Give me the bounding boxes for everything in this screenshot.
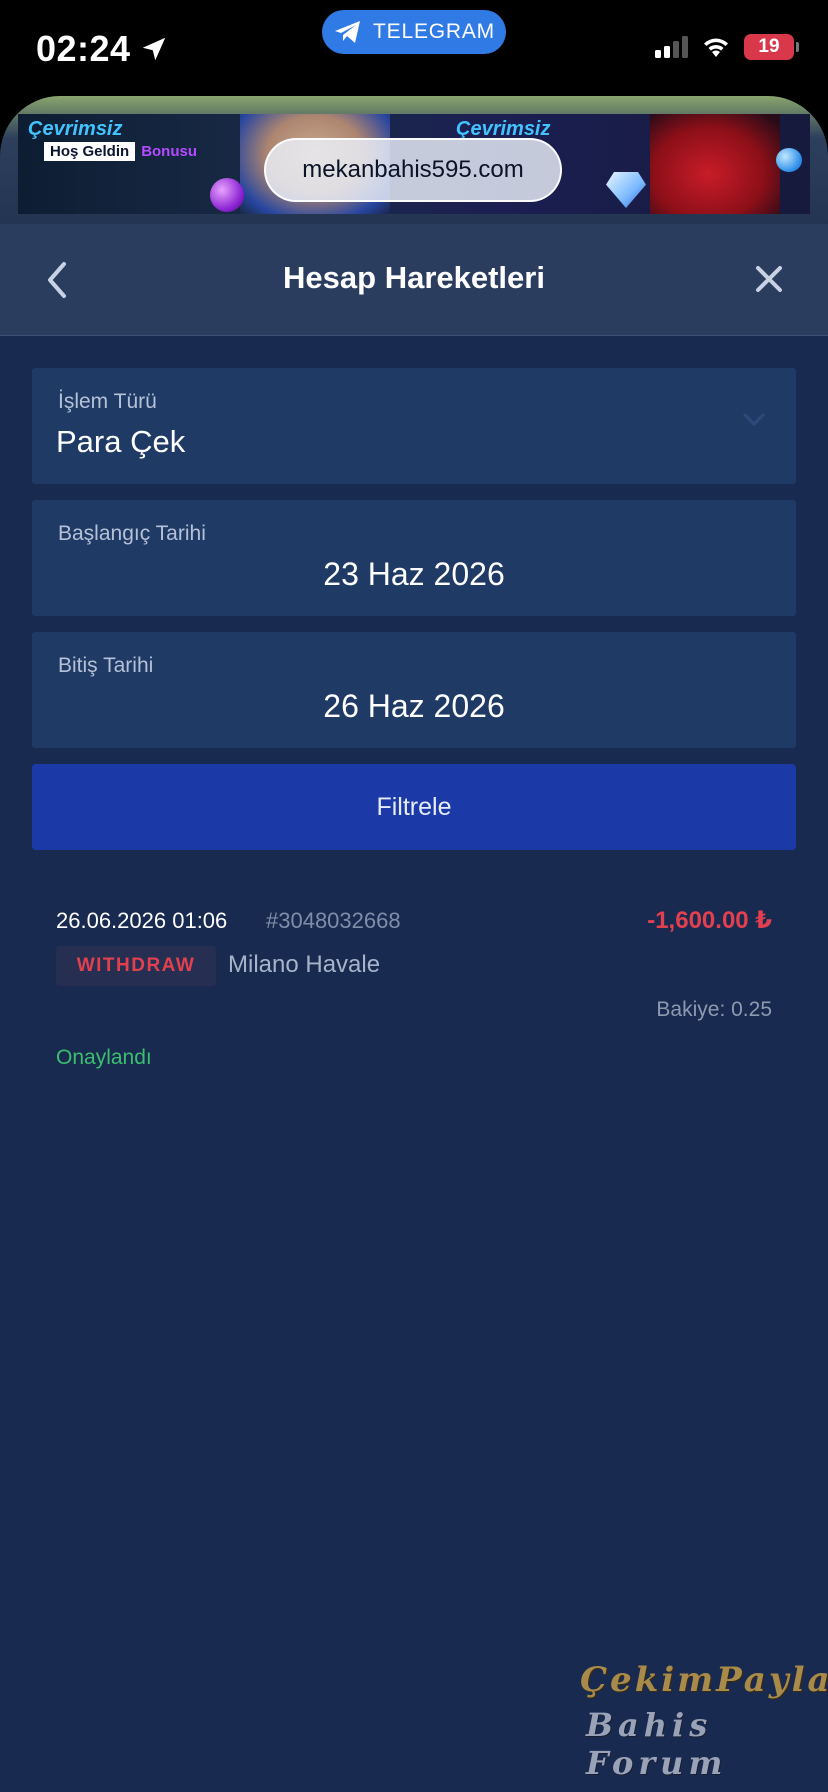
transaction-type-value: Para Çek [56, 424, 186, 459]
telegram-label: TELEGRAM [373, 20, 495, 43]
end-date-label: Bitiş Tarihi [58, 654, 154, 677]
end-date-field[interactable]: Bitiş Tarihi 26 Haz 2026 [32, 632, 796, 748]
page-header: Hesap Hareketleri [0, 224, 828, 336]
watermark-line1: ÇekimPaylaş [580, 1660, 828, 1700]
telegram-pill-button[interactable]: TELEGRAM [322, 10, 506, 54]
location-arrow-icon [142, 37, 165, 61]
transaction-method: Milano Havale [228, 951, 381, 978]
promo-bonus-text: Bonusu [141, 143, 198, 160]
clock-time: 02:24 [36, 28, 131, 69]
cellular-signal-icon [655, 36, 688, 58]
status-bar: 02:24 TELEGRAM 19 [0, 0, 828, 98]
start-date-field[interactable]: Başlangıç Tarihi 23 Haz 2026 [32, 500, 796, 616]
transaction-id: #3048032668 [266, 908, 401, 933]
close-icon[interactable] [752, 260, 786, 300]
end-date-value: 26 Haz 2026 [323, 688, 505, 724]
clock: 02:24 [36, 28, 169, 70]
promo-left-title: Çevrimsiz [28, 118, 123, 140]
gem-icon [210, 178, 244, 212]
filter-button[interactable]: Filtrele [32, 764, 796, 850]
forum-watermark: ÇekimPaylaş Bahis Forum [576, 1660, 828, 1782]
transaction-balance: Bakiye: 0.25 [656, 998, 772, 1021]
status-icons: 19 [655, 34, 799, 60]
start-date-value: 23 Haz 2026 [323, 556, 505, 592]
banner-figure-right [650, 114, 780, 214]
page-title: Hesap Hareketleri [283, 260, 545, 295]
transaction-status: Onaylandı [56, 1046, 152, 1069]
transaction-type-badge: WITHDRAW [56, 946, 216, 986]
promo-badge-text: Hoş Geldin [44, 142, 136, 161]
promo-left-badge: Hoş Geldin Bonusu [44, 142, 197, 161]
start-date-label: Başlangıç Tarihi [58, 522, 206, 545]
site-url-pill[interactable]: mekanbahis595.com [264, 138, 562, 202]
transaction-amount: -1,600.00 ₺ [647, 907, 772, 934]
chevron-down-icon [743, 413, 765, 427]
gem-icon [776, 148, 802, 172]
battery-icon: 19 [744, 34, 799, 60]
telegram-icon [335, 21, 361, 43]
transaction-type-label: İşlem Türü [58, 390, 157, 413]
battery-level: 19 [758, 36, 780, 57]
wifi-icon [704, 38, 728, 57]
watermark-line2: Bahis Forum [586, 1706, 728, 1782]
transaction-type-select[interactable]: İşlem Türü Para Çek [32, 368, 796, 484]
transaction-datetime: 26.06.2026 01:06 [56, 908, 228, 933]
